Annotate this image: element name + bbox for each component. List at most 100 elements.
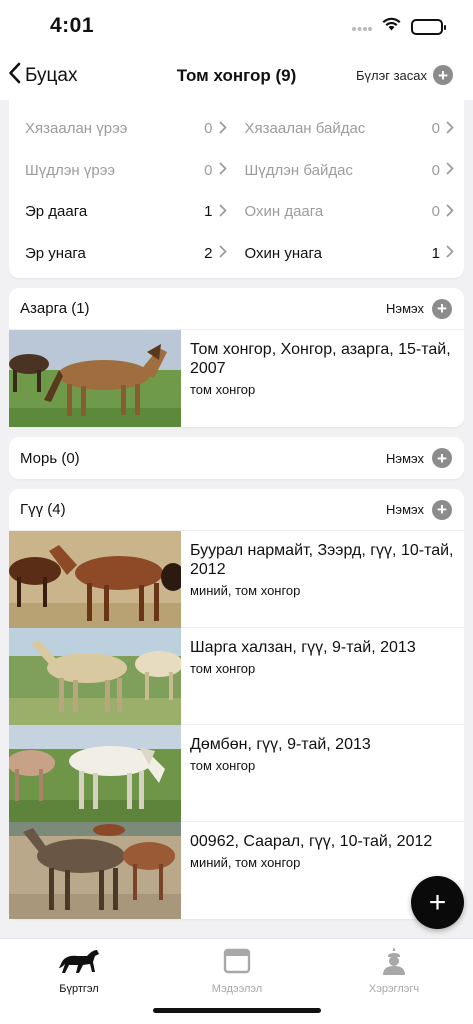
horse-owner: миний, том хонгор (190, 855, 301, 870)
plus-circle-icon: + (432, 448, 452, 468)
horse-photo (9, 628, 181, 725)
stat-label: Хязаалан үрээ (25, 120, 128, 138)
horse-photo (9, 330, 181, 427)
horse-info: 00962, Саарал, гүү, 10-тай, 2012 миний, … (181, 822, 440, 919)
tab-label: Мэдээлэл (211, 983, 263, 995)
horse-list-item[interactable]: Том хонгор, Хонгор, азарга, 15-тай, 2007… (9, 330, 464, 427)
stat-count: 0 (431, 161, 440, 179)
horse-name: Том хонгор, Хонгор, азарга, 15-тай, 2007 (190, 341, 451, 377)
browser-window-icon (158, 945, 316, 977)
chevron-right-icon (219, 162, 227, 178)
section-header: Азарга (1) Нэмэх + (9, 288, 464, 330)
horse-info: Шарга халзан, гүү, 9-тай, 2013 том хонго… (181, 628, 424, 724)
stat-label: Шүдлэн үрээ (25, 161, 116, 179)
horse-info: Дөмбөн, гүү, 9-тай, 2013 том хонгор (181, 725, 379, 821)
chevron-right-icon (446, 204, 454, 220)
stat-count: 0 (431, 203, 440, 221)
horse-owner: том хонгор (190, 382, 256, 397)
stat-cell[interactable]: Хязаалан үрээ 0 (9, 108, 237, 150)
section-title: Азарга (1) (20, 300, 90, 317)
add-horse-fab[interactable]: + (411, 876, 464, 929)
chevron-right-icon (446, 162, 454, 178)
plus-circle-icon: + (432, 298, 452, 319)
stat-cell[interactable]: Шүдлэн үрээ 0 (9, 150, 237, 192)
stat-label: Охин даага (244, 203, 324, 221)
horse-photo (9, 725, 181, 822)
plus-circle-icon: + (432, 499, 452, 520)
chevron-right-icon (446, 245, 454, 261)
add-label: Нэмэх (386, 450, 424, 466)
tab-registry[interactable]: Бүртгэл (0, 945, 158, 995)
horse-icon (0, 945, 158, 977)
horse-name: Буурал нармайт, Зээрд, гүү, 10-тай, 2012 (190, 542, 454, 578)
plus-circle-icon: + (433, 65, 453, 85)
stat-count: 1 (204, 203, 213, 221)
stat-count: 0 (431, 120, 440, 138)
status-icons (352, 17, 446, 36)
edit-group-button[interactable]: Бүлэг засах + (356, 65, 453, 85)
content-scroll-area[interactable]: Хязаалан үрээ 0 Хязаалан байдас 0 Шүдлэн үрэ… (9, 100, 464, 938)
section-azarga: Азарга (1) Нэмэх + Том хонгор, Хонгор, а… (9, 288, 464, 427)
chevron-right-icon (219, 204, 227, 220)
stats-grid: Хязаалан үрээ 0 Хязаалан байдас 0 Шүдлэн үрэ… (9, 108, 464, 274)
stat-cell[interactable]: Охин даага 0 (237, 191, 465, 233)
horse-info: Том хонгор, Хонгор, азарга, 15-тай, 2007… (181, 330, 464, 427)
stat-count: 1 (431, 244, 440, 262)
home-indicator (153, 1008, 321, 1013)
tab-label: Хэрэглэгч (368, 983, 420, 995)
section-title: Морь (0) (20, 449, 80, 467)
add-label: Нэмэх (386, 301, 424, 316)
stat-cell[interactable]: Охин унага 1 (237, 233, 465, 275)
age-category-summary: Хязаалан үрээ 0 Хязаалан байдас 0 Шүдлэн үрэ… (9, 100, 464, 278)
horse-owner: том хонгор (190, 758, 256, 773)
horse-owner: том хонгор (190, 661, 256, 676)
stat-label: Охин унага (244, 244, 322, 262)
chevron-right-icon (446, 121, 454, 137)
add-mori-button[interactable]: Нэмэх + (386, 448, 452, 468)
status-bar: 4:01 (0, 0, 473, 54)
section-header: Гүү (4) Нэмэх + (9, 489, 464, 531)
section-header: Морь (0) Нэмэх + (9, 437, 464, 479)
add-azarga-button[interactable]: Нэмэх + (386, 298, 452, 319)
horse-owner: миний, том хонгор (190, 583, 301, 598)
edit-group-label: Бүлэг засах (355, 67, 427, 83)
horse-list-item[interactable]: Дөмбөн, гүү, 9-тай, 2013 том хонгор (9, 725, 464, 822)
section-title: Гүү (4) (20, 501, 66, 518)
battery-icon (411, 18, 446, 35)
stat-cell[interactable]: Эр даага 1 (9, 191, 237, 233)
signal-icon (352, 18, 372, 36)
stat-count: 0 (204, 120, 213, 138)
horse-name: Шарга халзан, гүү, 9-тай, 2013 (190, 639, 416, 656)
add-label: Нэмэх (386, 502, 424, 517)
stat-label: Хязаалан байдас (244, 120, 366, 138)
tab-label: Бүртгэл (59, 983, 99, 995)
stat-cell[interactable]: Хязаалан байдас 0 (237, 108, 465, 150)
stat-label: Шүдлэн байдас (244, 161, 353, 179)
stat-label: Эр даага (25, 203, 88, 221)
wifi-icon (382, 17, 401, 36)
navigation-bar: Буцах Том хонгор (9) Бүлэг засах + (0, 54, 473, 100)
chevron-right-icon (219, 121, 227, 137)
horse-name: Дөмбөн, гүү, 9-тай, 2013 (190, 736, 371, 753)
section-guu: Гүү (4) Нэмэх + Буурал нармайт, Зээрд, г… (9, 489, 464, 919)
add-guu-button[interactable]: Нэмэх + (386, 499, 452, 520)
horse-list-item[interactable]: Шарга халзан, гүү, 9-тай, 2013 том хонго… (9, 628, 464, 725)
stat-cell[interactable]: Шүдлэн байдас 0 (237, 150, 465, 192)
horse-photo (9, 822, 181, 919)
chevron-right-icon (219, 245, 227, 261)
horse-info: Буурал нармайт, Зээрд, гүү, 10-тай, 2012… (181, 531, 464, 627)
horse-name: 00962, Саарал, гүү, 10-тай, 2012 (190, 833, 433, 850)
user-icon (315, 945, 473, 977)
horse-list-item[interactable]: 00962, Саарал, гүү, 10-тай, 2012 миний, … (9, 822, 464, 919)
section-mori: Морь (0) Нэмэх + (9, 437, 464, 479)
tab-information[interactable]: Мэдээлэл (158, 945, 316, 995)
plus-icon: + (428, 885, 447, 919)
stat-label: Эр унага (25, 244, 86, 262)
status-time: 4:01 (50, 14, 95, 37)
horse-list-item[interactable]: Буурал нармайт, Зээрд, гүү, 10-тай, 2012… (9, 531, 464, 628)
tab-user[interactable]: Хэрэглэгч (315, 945, 473, 995)
stat-count: 2 (204, 244, 213, 262)
stat-count: 0 (204, 161, 213, 179)
horse-photo (9, 531, 181, 628)
stat-cell[interactable]: Эр унага 2 (9, 233, 237, 275)
